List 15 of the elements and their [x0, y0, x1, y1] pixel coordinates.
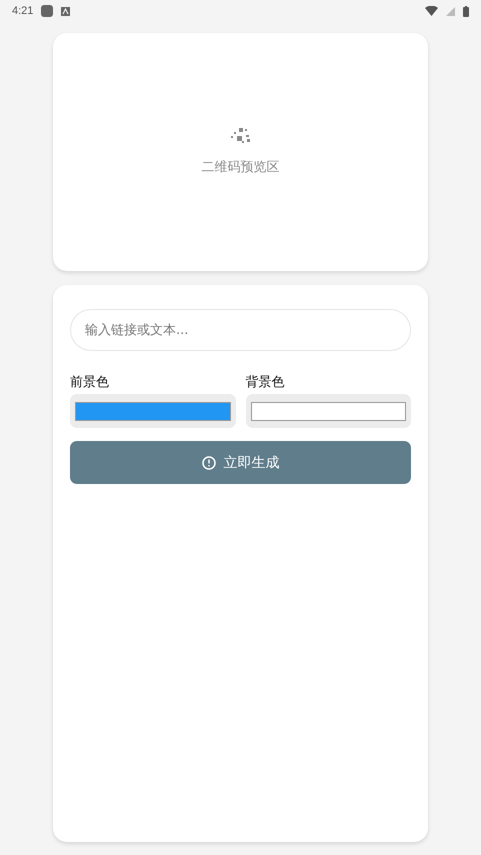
- preview-caption: 二维码预览区: [202, 159, 280, 176]
- color-picker[interactable]: [70, 394, 236, 428]
- keyboard-notification-icon: [61, 6, 70, 16]
- info-icon: [202, 456, 216, 470]
- qr-placeholder-icon: [230, 128, 252, 144]
- battery-icon: [463, 6, 469, 16]
- signal-icon: [446, 6, 455, 16]
- status-time: 4:21: [12, 5, 34, 17]
- text-input-field[interactable]: 输入链接或文本...: [70, 309, 411, 351]
- generate-button[interactable]: 立即生成: [70, 441, 411, 484]
- wifi-icon: [425, 6, 438, 16]
- color-label: 背景色: [246, 374, 286, 391]
- app-notification-icon: [41, 5, 54, 17]
- color-label: 前景色: [70, 374, 110, 391]
- color-picker[interactable]: [246, 394, 411, 428]
